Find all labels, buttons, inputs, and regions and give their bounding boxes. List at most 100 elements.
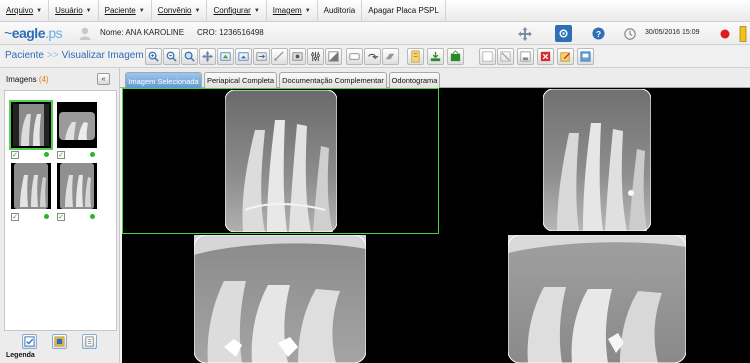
tab-periapical-completa[interactable]: Periapical Completa xyxy=(204,72,277,88)
select-button[interactable] xyxy=(447,48,464,65)
copy-button[interactable] xyxy=(557,48,574,65)
layout-icon xyxy=(54,336,65,347)
settings-icon[interactable] xyxy=(555,25,572,42)
import-button[interactable] xyxy=(427,48,444,65)
save-button[interactable] xyxy=(497,48,514,65)
contrast-button[interactable] xyxy=(307,48,324,65)
print-button[interactable] xyxy=(577,48,594,65)
rotate-right-button[interactable] xyxy=(235,48,252,65)
tabs-bar: Imagem Selecionada Periapical Completa D… xyxy=(120,68,750,89)
pointer-button[interactable] xyxy=(479,48,496,65)
exit-icon[interactable] xyxy=(734,25,750,42)
breadcrumb-current: Visualizar Imagem xyxy=(61,50,144,61)
menu-configurar[interactable]: Configurar ▼ xyxy=(207,0,267,22)
edit-button[interactable] xyxy=(537,48,554,65)
tab-imagem-selecionada[interactable]: Imagem Selecionada xyxy=(125,72,202,89)
patient-cro: CRO: 1236516498 xyxy=(197,28,264,37)
status-dot xyxy=(90,214,95,219)
brightness-button[interactable] xyxy=(289,48,306,65)
xray-thumbnail xyxy=(60,163,94,209)
zoom-in-button[interactable] xyxy=(145,48,162,65)
undo-button[interactable] xyxy=(346,48,363,65)
xray-thumbnail xyxy=(14,163,48,209)
thumbnail-checkbox[interactable]: ✓ xyxy=(57,151,65,159)
notes-button[interactable] xyxy=(382,48,399,65)
measure-button[interactable] xyxy=(271,48,288,65)
eraser-button[interactable] xyxy=(364,48,381,65)
document-icon xyxy=(85,336,94,347)
help-icon[interactable]: ? xyxy=(590,25,607,42)
record-icon[interactable] xyxy=(716,25,733,42)
breadcrumb-parent[interactable]: Paciente xyxy=(5,50,44,61)
logo-main: eagle xyxy=(11,25,46,41)
check-all-button[interactable] xyxy=(22,334,37,349)
checkbox-icon xyxy=(24,336,35,347)
delete-button[interactable] xyxy=(517,48,534,65)
menu-paciente[interactable]: Paciente ▼ xyxy=(99,0,152,22)
thumbnail-image[interactable] xyxy=(9,100,53,150)
edit-icon xyxy=(540,51,551,62)
chevron-down-icon: ▼ xyxy=(36,7,43,14)
delete-icon xyxy=(520,51,531,62)
sidebar-title: Imagens (4) xyxy=(6,75,49,84)
layout-button[interactable] xyxy=(52,334,67,349)
thumbnail-checkbox[interactable]: ✓ xyxy=(11,213,19,221)
menu-usuario[interactable]: Usuário ▼ xyxy=(49,0,99,22)
status-dot xyxy=(44,214,49,219)
export-button[interactable] xyxy=(407,48,424,65)
tab-documentacao-complementar[interactable]: Documentação Complementar xyxy=(279,72,387,88)
rotate-left-button[interactable] xyxy=(217,48,234,65)
chevron-down-icon: ▼ xyxy=(194,7,201,14)
menu-convenio[interactable]: Convênio ▼ xyxy=(152,0,208,22)
tab-odontograma[interactable]: Odontograma xyxy=(389,72,440,88)
viewer-cell[interactable] xyxy=(440,88,750,234)
zoom-out-button[interactable] xyxy=(163,48,180,65)
thumbnail-checkbox[interactable]: ✓ xyxy=(11,151,19,159)
breadcrumb-separator: >> xyxy=(46,50,59,61)
thumbnail-image[interactable] xyxy=(57,102,97,148)
xray-thumbnail xyxy=(13,104,49,146)
menu-arquivo-label: Arquivo xyxy=(6,6,34,15)
move-icon[interactable] xyxy=(516,25,533,42)
xray-image xyxy=(225,90,337,232)
contrast-icon xyxy=(311,51,320,62)
notes-icon xyxy=(385,53,395,60)
save-icon xyxy=(500,51,511,62)
pointer-icon xyxy=(482,51,493,62)
chevron-down-icon: ▼ xyxy=(85,7,92,14)
pan-button[interactable] xyxy=(199,48,216,65)
pan-icon xyxy=(201,50,214,63)
print-icon xyxy=(580,51,591,62)
menu-arquivo[interactable]: Arquivo ▼ xyxy=(0,0,50,22)
menu-configurar-label: Configurar xyxy=(213,6,251,15)
viewer-cell[interactable] xyxy=(440,235,750,363)
thumbnail-image[interactable] xyxy=(11,163,51,209)
zoom-out-icon xyxy=(166,51,177,62)
rotate-left-icon xyxy=(220,52,231,61)
select-icon xyxy=(450,50,461,62)
invert-button[interactable] xyxy=(325,48,342,65)
undo-icon xyxy=(349,53,360,60)
sidebar-header: Imagens (4) « xyxy=(0,68,120,90)
document-button[interactable] xyxy=(82,334,97,349)
image-count: (4) xyxy=(38,74,49,84)
xray-thumbnail xyxy=(57,102,97,148)
menu-imagem[interactable]: Imagem ▼ xyxy=(267,0,318,22)
zoom-fit-button[interactable] xyxy=(181,48,198,65)
viewer-cell-selected[interactable] xyxy=(122,88,439,234)
menu-auditoria-label: Auditoria xyxy=(323,6,356,15)
chevron-down-icon: ▼ xyxy=(138,7,145,14)
flip-button[interactable] xyxy=(253,48,270,65)
rotate-right-icon xyxy=(238,52,249,61)
eraser-icon xyxy=(368,53,379,60)
collapse-sidebar-button[interactable]: « xyxy=(97,73,110,85)
menu-apagar-placa[interactable]: Apagar Placa PSPL xyxy=(362,0,446,22)
thumbnail-image[interactable] xyxy=(57,163,97,209)
viewer-cell[interactable] xyxy=(122,235,439,363)
current-datetime: 30/05/2016 15:09 xyxy=(645,29,700,36)
app-logo: ~eagle.ps xyxy=(4,25,63,41)
menu-auditoria[interactable]: Auditoria xyxy=(318,0,363,22)
xray-image xyxy=(543,89,651,231)
thumbnail-checkbox[interactable]: ✓ xyxy=(57,213,65,221)
flip-icon xyxy=(256,52,267,61)
